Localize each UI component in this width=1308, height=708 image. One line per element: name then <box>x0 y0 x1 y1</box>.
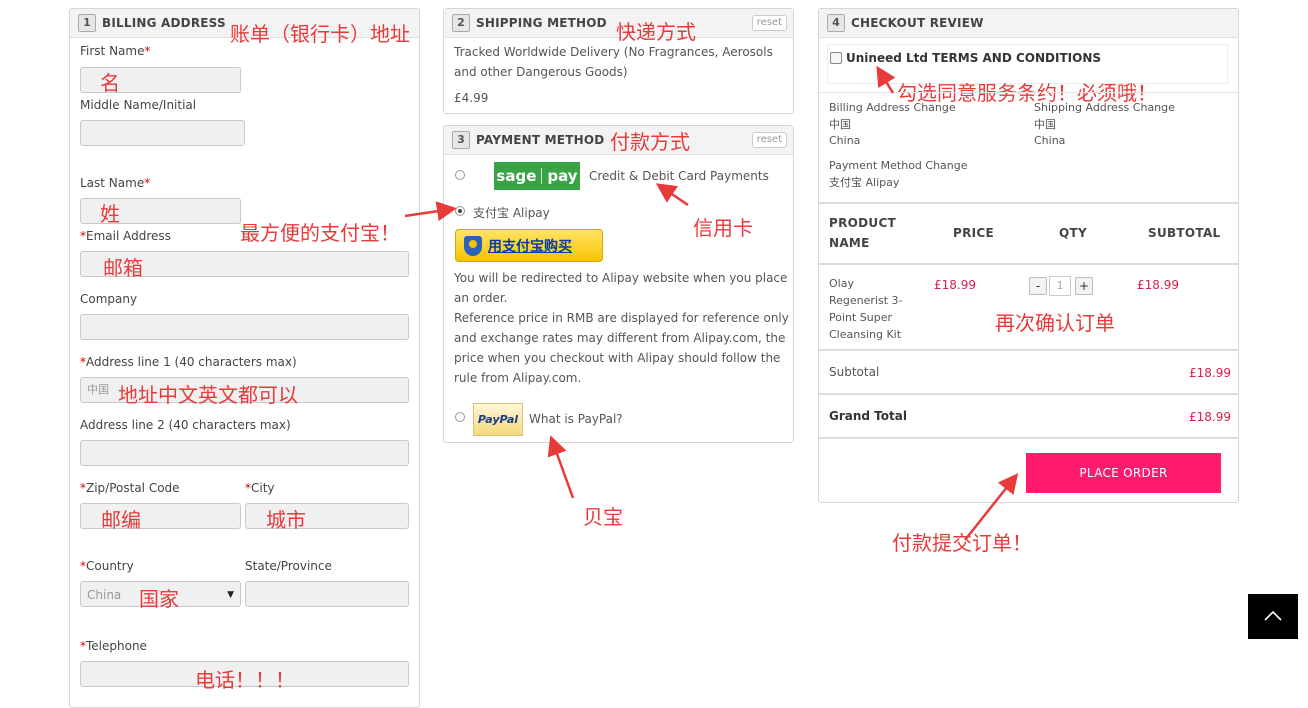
shipping-method-text: Tracked Worldwide Delivery (No Fragrance… <box>454 45 773 79</box>
zip-label: *Zip/Postal Code <box>80 481 180 495</box>
first-name-label: First Name* <box>80 44 151 58</box>
email-label: *Email Address <box>80 229 171 243</box>
step-number-1: 1 <box>78 14 96 32</box>
arrow-paypal <box>547 435 575 499</box>
grand-total-value: £18.99 <box>1189 410 1231 424</box>
divider <box>819 92 1238 93</box>
billing-change-link[interactable]: Billing Address Change <box>829 100 956 116</box>
state-label: State/Province <box>245 559 332 573</box>
step-number-4: 4 <box>827 14 845 32</box>
item-name: Olay Regenerist 3-Point Super Cleansing … <box>829 277 903 341</box>
last-name-annotation: 姓 <box>100 202 120 226</box>
shipping-change-en: China <box>1034 134 1066 147</box>
col-price: PRICE <box>953 226 995 240</box>
country-label: *Country <box>80 559 134 573</box>
first-name-annotation: 名 <box>100 71 120 95</box>
payment-reset-button[interactable]: reset <box>751 132 787 148</box>
divider <box>819 437 1238 439</box>
divider <box>819 202 1238 204</box>
shipping-change-cn: 中国 <box>1034 118 1056 131</box>
payment-change-link[interactable]: Payment Method Change <box>829 158 968 174</box>
sagepay-logo: sage pay <box>494 162 580 190</box>
alipay-shield-icon <box>464 235 482 256</box>
country-select-value: China <box>87 588 122 602</box>
alipay-buy-label: 用支付宝购买 <box>488 238 572 255</box>
billing-change-en: China <box>829 134 861 147</box>
address1-label: *Address line 1 (40 characters max) <box>80 355 297 369</box>
last-name-label: Last Name* <box>80 176 151 190</box>
paypal-logo: PayPal <box>473 403 523 436</box>
telephone-annotation: 电话！！！ <box>195 668 295 692</box>
confirm-annotation: 再次确认订单 <box>995 311 1115 335</box>
city-annotation: 城市 <box>266 508 306 532</box>
step-number-3: 3 <box>452 131 470 149</box>
paypal-radio[interactable] <box>455 412 465 422</box>
shipping-change-link[interactable]: Shipping Address Change <box>1034 100 1175 116</box>
company-input[interactable] <box>80 314 409 340</box>
grand-total-label: Grand Total <box>829 409 907 423</box>
terms-checkbox[interactable] <box>830 52 842 64</box>
subtotal-value: £18.99 <box>1189 366 1231 380</box>
place-order-annotation: 付款提交订单！ <box>892 531 1032 555</box>
col-product-name: PRODUCT NAME <box>829 216 897 250</box>
review-panel-title: CHECKOUT REVIEW <box>851 16 984 30</box>
shipping-annotation: 快递方式 <box>616 20 696 44</box>
qty-plus-button[interactable]: + <box>1075 277 1093 295</box>
alipay-radio[interactable] <box>455 206 465 216</box>
billing-annotation: 账单（银行卡）地址 <box>230 22 410 46</box>
city-label: *City <box>245 481 275 495</box>
step-number-2: 2 <box>452 14 470 32</box>
chevron-down-icon: ▼ <box>227 590 234 600</box>
middle-name-label: Middle Name/Initial <box>80 98 197 112</box>
sagepay-annotation: 信用卡 <box>693 216 753 240</box>
alipay-annotation: 最方便的支付宝！ <box>240 221 400 245</box>
alipay-rmb-note: Reference price in RMB are displayed for… <box>454 311 789 385</box>
alipay-label: 支付宝 Alipay <box>473 206 550 220</box>
alipay-buy-button[interactable]: 用支付宝购买 <box>455 229 603 262</box>
payment-panel-title: PAYMENT METHOD <box>476 133 605 147</box>
terms-label[interactable]: Unineed Ltd TERMS AND CONDITIONS <box>846 51 1101 65</box>
middle-name-input[interactable] <box>80 120 245 146</box>
email-annotation: 邮箱 <box>103 256 143 280</box>
col-qty: QTY <box>1059 226 1087 240</box>
col-subtotal: SUBTOTAL <box>1148 226 1221 240</box>
item-subtotal: £18.99 <box>1137 278 1179 292</box>
paypal-annotation: 贝宝 <box>583 505 623 529</box>
place-order-button[interactable]: PLACE ORDER <box>1026 453 1221 493</box>
state-input[interactable] <box>245 581 409 607</box>
back-to-top-button[interactable] <box>1248 594 1298 639</box>
shipping-reset-button[interactable]: reset <box>751 15 787 31</box>
billing-change-cn: 中国 <box>829 118 851 131</box>
payment-change-value: 支付宝 Alipay <box>829 176 900 189</box>
sagepay-radio[interactable] <box>455 170 465 180</box>
company-label: Company <box>80 292 138 306</box>
address1-annotation: 地址中文英文都可以 <box>118 383 298 407</box>
divider <box>819 263 1238 265</box>
zip-annotation: 邮编 <box>101 508 141 532</box>
divider <box>819 393 1238 395</box>
billing-panel-title: BILLING ADDRESS <box>102 16 226 30</box>
shipping-panel-title: SHIPPING METHOD <box>476 16 607 30</box>
paypal-label[interactable]: What is PayPal? <box>529 409 623 429</box>
review-panel-header: 4 CHECKOUT REVIEW <box>819 9 1238 38</box>
qty-minus-button[interactable]: - <box>1029 277 1047 295</box>
chevron-up-icon <box>1264 610 1282 621</box>
divider <box>819 349 1238 351</box>
telephone-label: *Telephone <box>80 639 147 653</box>
alipay-redirect-note: You will be redirected to Alipay website… <box>454 271 788 305</box>
payment-annotation: 付款方式 <box>610 130 690 154</box>
address2-input[interactable] <box>80 440 409 466</box>
address2-label: Address line 2 (40 characters max) <box>80 418 291 432</box>
shipping-price: £4.99 <box>454 91 489 105</box>
item-price: £18.99 <box>934 278 976 292</box>
country-annotation: 国家 <box>139 587 179 611</box>
subtotal-label: Subtotal <box>829 365 880 379</box>
qty-input[interactable]: 1 <box>1049 276 1071 296</box>
sagepay-label: Credit & Debit Card Payments <box>589 169 769 183</box>
